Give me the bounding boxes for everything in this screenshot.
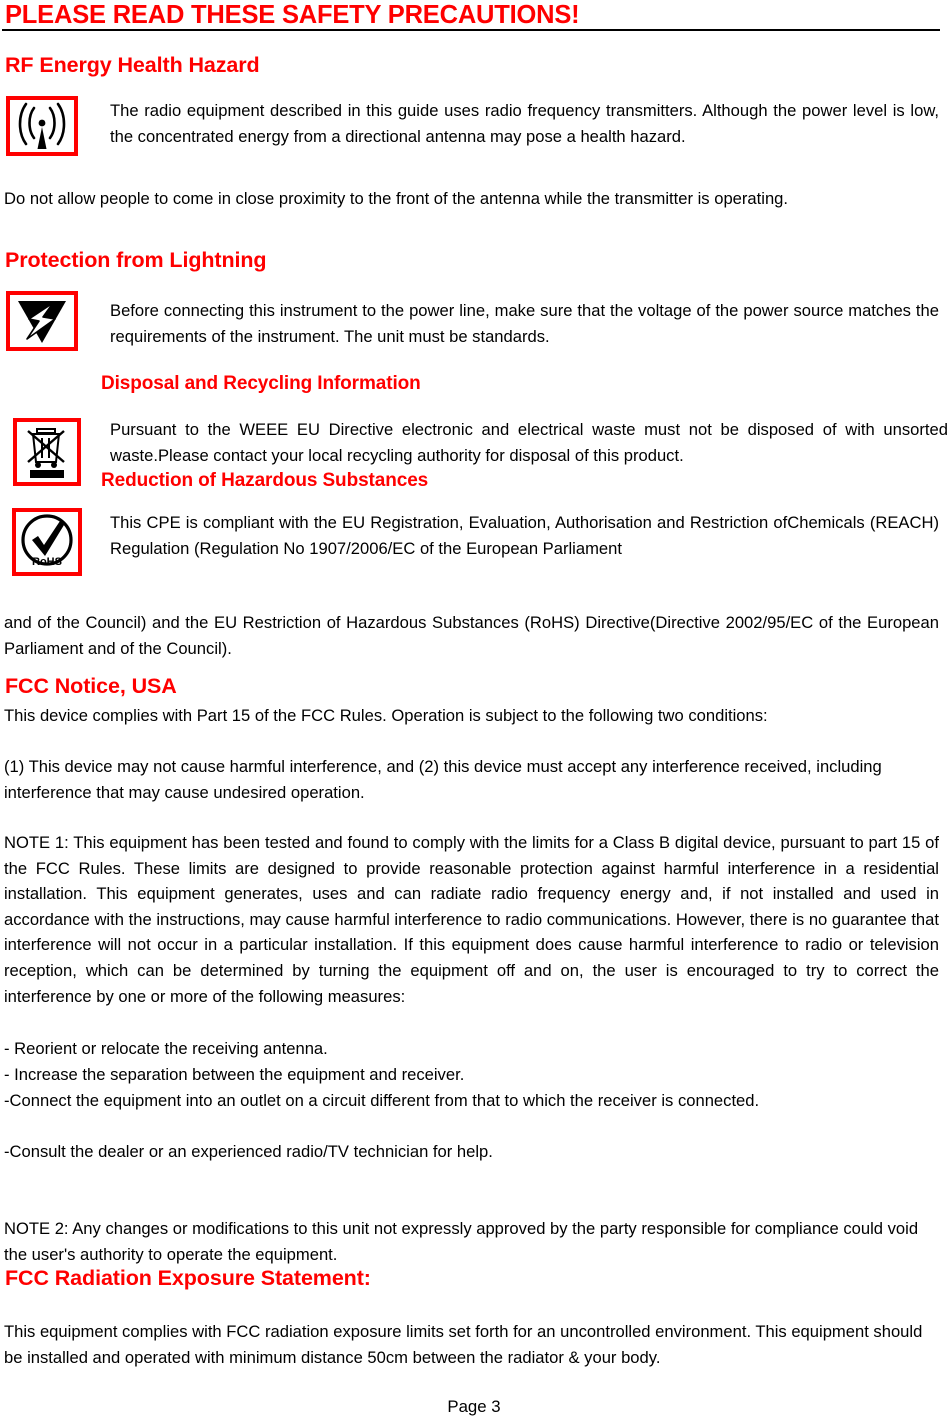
fcc-note-1-paragraph: NOTE 1: This equipment has been tested a… (4, 833, 939, 1006)
title-divider (2, 29, 940, 31)
fcc-conditions-paragraph: (1) This device may not cause harmful in… (4, 757, 882, 802)
rohs-compliance-icon: RoHS (12, 508, 82, 576)
fcc-note-2-paragraph: NOTE 2: Any changes or modifications to … (4, 1219, 919, 1264)
fcc-measure-item-1: - Reorient or relocate the receiving ant… (4, 1039, 328, 1058)
lightning-protection-paragraph: Before connecting this instrument to the… (110, 301, 939, 346)
rf-antenna-radiation-icon (6, 96, 78, 156)
heading-reduction-of-hazardous-substances: Reduction of Hazardous Substances (101, 470, 429, 491)
rohs-council-paragraph: and of the Council) and the EU Restricti… (4, 613, 939, 658)
heading-rf-energy-health-hazard: RF Energy Health Hazard (5, 53, 260, 77)
page-number: Page 3 (447, 1397, 501, 1416)
fcc-radiation-exposure-paragraph: This equipment complies with FCC radiati… (4, 1322, 923, 1367)
heading-fcc-notice-usa: FCC Notice, USA (5, 674, 177, 698)
heading-protection-from-lightning: Protection from Lightning (5, 248, 267, 272)
rohs-icon-label: RoHS (32, 556, 62, 568)
lightning-hazard-icon (6, 291, 78, 351)
fcc-part15-paragraph: This device complies with Part 15 of the… (4, 706, 768, 725)
heading-fcc-radiation-exposure-statement: FCC Radiation Exposure Statement: (5, 1266, 371, 1290)
document-page: PLEASE READ THESE SAFETY PRECAUTIONS! RF… (0, 0, 948, 1423)
fcc-measure-item-3: -Connect the equipment into an outlet on… (4, 1091, 760, 1110)
heading-disposal-and-recycling-information: Disposal and Recycling Information (101, 373, 421, 394)
fcc-measure-item-2: - Increase the separation between the eq… (4, 1065, 465, 1084)
rohs-compliance-paragraph: This CPE is compliant with the EU Regist… (110, 513, 939, 558)
rf-hazard-paragraph: The radio equipment described in this gu… (110, 101, 939, 146)
rf-antenna-proximity-paragraph: Do not allow people to come in close pro… (4, 189, 789, 208)
page-title: PLEASE READ THESE SAFETY PRECAUTIONS! (5, 1, 580, 29)
fcc-measure-item-4: -Consult the dealer or an experienced ra… (4, 1142, 493, 1161)
weee-disposal-paragraph: Pursuant to the WEEE EU Directive electr… (110, 420, 948, 465)
weee-crossed-out-wheelie-bin-icon (13, 418, 81, 486)
